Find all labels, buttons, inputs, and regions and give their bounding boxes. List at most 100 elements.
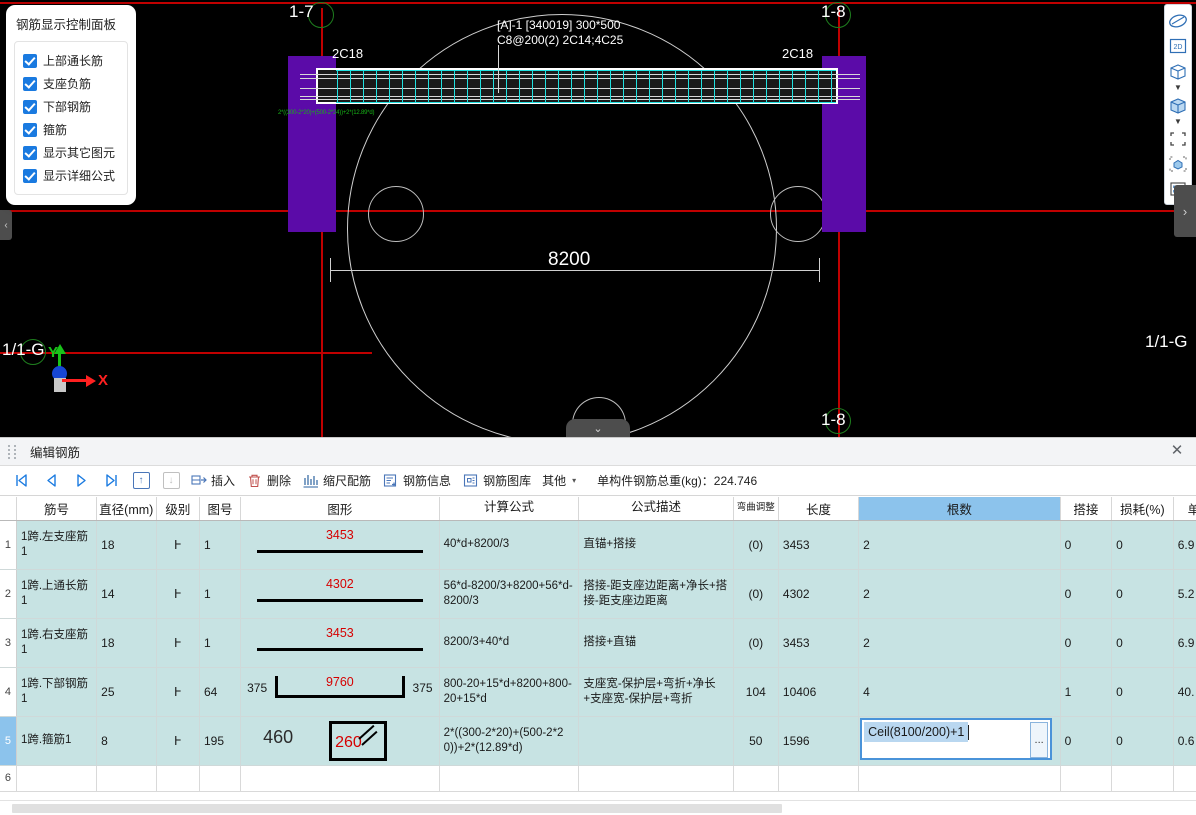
close-icon[interactable]: ✕ [1168,443,1186,459]
cell-name[interactable]: 1跨.箍筋1 [16,716,98,766]
view-2d-icon[interactable]: 2D [1165,33,1191,58]
cell-unit[interactable]: 6.9 [1173,520,1196,570]
orbit-icon[interactable] [1165,8,1191,33]
cell-desc[interactable]: 搭接+直锚 [578,618,734,668]
select-box-icon[interactable] [1165,126,1191,151]
cell-lap[interactable]: 0 [1060,569,1113,619]
column-header-loss[interactable]: 损耗(%) [1111,497,1174,521]
orbit-handle-left[interactable] [368,186,424,242]
cell-length[interactable]: 3453 [778,618,860,668]
cell-count[interactable]: 2 [858,569,1061,619]
cell-shape[interactable]: 3453 [240,520,440,570]
checkbox-row-top-through-bar[interactable]: 上部通长筋 [23,49,121,72]
cell-loss[interactable]: 0 [1111,618,1174,668]
cell-formula[interactable] [439,765,580,792]
cell-loss[interactable]: 0 [1111,569,1174,619]
count-formula-editor[interactable]: Ceil(8100/200)+1 ... [860,717,1053,760]
cell-desc[interactable] [578,716,734,766]
cell-name[interactable]: 1跨.右支座筋1 [16,618,98,668]
cell-level[interactable]: Ⱶ [156,667,200,717]
cell-loss[interactable]: 0 [1111,667,1174,717]
cell-name[interactable]: 1跨.下部钢筋1 [16,667,98,717]
cell-lap[interactable] [1060,765,1113,792]
cell-shape[interactable]: 375 9760 375 [240,667,440,717]
cell-desc[interactable]: 支座宽-保护层+弯折+净长+支座宽-保护层+弯折 [578,667,734,717]
cell-tuhao[interactable] [199,765,242,792]
cell-tuhao[interactable]: 64 [199,667,242,717]
cell-shape[interactable] [240,765,440,792]
cell-unit[interactable] [1173,765,1196,792]
cell-formula[interactable]: 40*d+8200/3 [439,520,580,570]
count-formula-input[interactable]: Ceil(8100/200)+1 [864,721,969,742]
column-header-shape[interactable]: 图形 [240,497,440,521]
cell-name[interactable]: 1跨.左支座筋1 [16,520,98,570]
cell-length[interactable]: 10406 [778,667,860,717]
nav-prev-button[interactable] [36,468,66,494]
rebar-library-button[interactable]: 钢筋图库 [458,468,538,494]
cell-loss[interactable] [1111,765,1174,792]
nav-last-button[interactable] [96,468,126,494]
cell-diameter[interactable]: 18 [96,618,157,668]
cell-formula[interactable]: 2*((300-2*20)+(500-2*20))+2*(12.89*d) [439,716,580,766]
cell-formula[interactable]: 800-20+15*d+8200+800-20+15*d [439,667,580,717]
insert-button[interactable]: 插入 [186,468,242,494]
other-menu-button[interactable]: 其他 ▾ [538,468,583,494]
table-row[interactable]: 2 1跨.上通长筋1 14 Ⱶ 1 4302 56*d-8200/3+8200+… [0,569,1196,619]
column-header-name[interactable]: 筋号 [16,497,98,521]
checkbox-detailed-formula[interactable] [23,168,37,183]
rebar-display-control-panel[interactable]: 钢筋显示控制面板 上部通长筋 支座负筋 下部钢筋 箍筋 显示其它图元 显示详细公… [6,5,136,205]
left-panel-handle[interactable]: ‹ [0,210,12,240]
cell-count[interactable]: 4 [858,667,1061,717]
cell-bend[interactable] [733,765,779,792]
cell-count[interactable]: 2 [858,520,1061,570]
cell-name[interactable]: 1跨.上通长筋1 [16,569,98,619]
cell-diameter[interactable] [96,765,157,792]
cell-diameter[interactable]: 25 [96,667,157,717]
cell-count[interactable]: 2 [858,618,1061,668]
cell-shape[interactable]: 460 260 [240,716,440,766]
column-header-bend[interactable]: 弯曲调整 [733,497,779,521]
chevron-down-icon-solid[interactable]: ▼ [1165,117,1191,126]
move-up-button[interactable]: ↑ [128,468,154,494]
cell-bend[interactable]: (0) [733,520,779,570]
checkbox-top-through-bar[interactable] [23,53,37,68]
orbit-handle-right[interactable] [770,186,826,242]
cell-level[interactable]: Ⱶ [156,520,200,570]
cell-lap[interactable]: 0 [1060,520,1113,570]
column-header-formula[interactable]: 计算公式 [439,497,580,521]
column-header-count[interactable]: 根数 [858,497,1061,521]
cell-desc[interactable]: 搭接-距支座边距离+净长+搭接-距支座边距离 [578,569,734,619]
rebar-grid-container[interactable]: 筋号 直径(mm) 级别 图号 图形 计算公式 公式描述 弯曲调整 长度 根数 … [0,497,1196,797]
cell-level[interactable]: Ⱶ [156,716,200,766]
column-header-desc[interactable]: 公式描述 [578,497,734,521]
cell-diameter[interactable]: 14 [96,569,157,619]
table-row[interactable]: 6 [0,765,1196,792]
checkbox-row-stirrup[interactable]: 箍筋 [23,118,121,141]
cell-unit[interactable]: 5.2 [1173,569,1196,619]
checkbox-support-bar[interactable] [23,76,37,91]
cell-bend[interactable]: 50 [733,716,779,766]
cell-level[interactable] [156,765,200,792]
cell-desc[interactable] [578,765,734,792]
table-row[interactable]: 5 1跨.箍筋1 8 Ⱶ 195 460 260 2*((300-2*20)+(… [0,716,1196,766]
bottom-collapse-toggle[interactable]: ⌄ [566,419,630,437]
column-header-lap[interactable]: 搭接 [1060,497,1113,521]
cell-name[interactable] [16,765,98,792]
cell-lap[interactable]: 0 [1060,618,1113,668]
scale-rebar-button[interactable]: 缩尺配筋 [298,468,378,494]
delete-button[interactable]: 删除 [242,468,298,494]
cell-unit[interactable]: 0.6 [1173,716,1196,766]
hide-element-icon[interactable] [1165,151,1191,176]
nav-first-button[interactable] [6,468,36,494]
move-down-button[interactable]: ↓ [158,468,184,494]
cell-diameter[interactable]: 8 [96,716,157,766]
cad-viewport[interactable]: 2*((300-2*20)+(500-2*24))+2*(12.89*d) [A… [0,0,1196,437]
cell-bend[interactable]: 104 [733,667,779,717]
cell-diameter[interactable]: 18 [96,520,157,570]
column-header-unit[interactable]: 单 [1173,497,1196,521]
column-header-length[interactable]: 长度 [778,497,860,521]
table-row[interactable]: 4 1跨.下部钢筋1 25 Ⱶ 64 375 9760 375 800-20+1… [0,667,1196,717]
checkbox-row-detailed-formula[interactable]: 显示详细公式 [23,164,121,187]
column-header-level[interactable]: 级别 [156,497,200,521]
rebar-info-button[interactable]: 钢筋信息 [378,468,458,494]
